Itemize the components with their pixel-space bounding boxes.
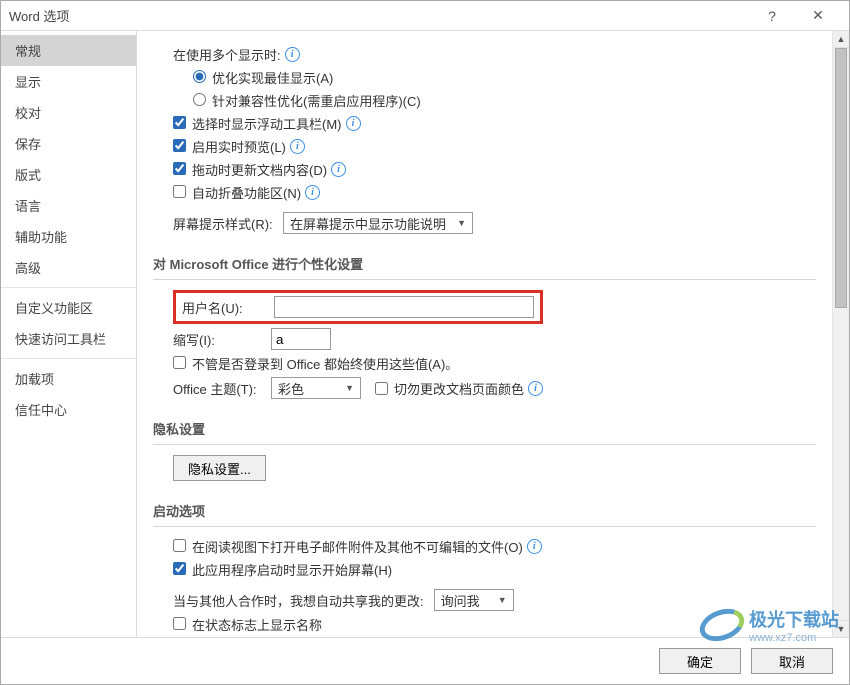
username-highlight: 用户名(U): <box>173 290 543 324</box>
checkbox-no-change-bg[interactable]: 切勿更改文档页面颜色 <box>375 379 524 398</box>
info-icon[interactable]: i <box>346 116 361 131</box>
radio-compat-display[interactable]: 针对兼容性优化(需重启应用程序)(C) <box>193 91 421 110</box>
sidebar-item-qat[interactable]: 快速访问工具栏 <box>1 323 136 354</box>
info-icon[interactable]: i <box>528 381 543 396</box>
content-panel: 在使用多个显示时: i 优化实现最佳显示(A) 针对兼容性优化(需重启应用程序)… <box>137 31 832 637</box>
sidebar-item-accessibility[interactable]: 辅助功能 <box>1 221 136 252</box>
section-privacy: 隐私设置 <box>153 413 816 445</box>
checkbox-auto-collapse[interactable]: 自动折叠功能区(N) <box>173 183 301 202</box>
collab-label: 当与其他人合作时，我想自动共享我的更改: <box>173 591 424 610</box>
chevron-down-icon: ▼ <box>449 218 466 228</box>
privacy-settings-button[interactable]: 隐私设置... <box>173 455 266 481</box>
sidebar-item-proofing[interactable]: 校对 <box>1 97 136 128</box>
initials-label: 缩写(I): <box>173 330 271 349</box>
scroll-down-button[interactable]: ▼ <box>833 620 849 637</box>
theme-label: Office 主题(T): <box>173 379 271 398</box>
sidebar-item-addins[interactable]: 加载项 <box>1 363 136 394</box>
scroll-track[interactable] <box>833 48 849 620</box>
sidebar-item-customize-ribbon[interactable]: 自定义功能区 <box>1 292 136 323</box>
sidebar-item-trust-center[interactable]: 信任中心 <box>1 394 136 425</box>
scroll-up-button[interactable]: ▲ <box>833 31 849 48</box>
info-icon[interactable]: i <box>331 162 346 177</box>
dialog-button-row: 确定 取消 <box>1 637 849 684</box>
info-icon[interactable]: i <box>285 47 300 62</box>
help-button[interactable]: ? <box>749 1 795 31</box>
close-button[interactable]: ✕ <box>795 1 841 31</box>
username-input[interactable] <box>274 296 534 318</box>
sidebar-item-advanced[interactable]: 高级 <box>1 252 136 283</box>
vertical-scrollbar[interactable]: ▲ ▼ <box>832 31 849 637</box>
ok-button[interactable]: 确定 <box>659 648 741 674</box>
checkbox-start-screen[interactable]: 此应用程序启动时显示开始屏幕(H) <box>173 560 392 579</box>
multi-display-label: 在使用多个显示时: <box>173 45 281 64</box>
checkbox-minibar[interactable]: 选择时显示浮动工具栏(M) <box>173 114 342 133</box>
scroll-thumb[interactable] <box>835 48 847 308</box>
cancel-button[interactable]: 取消 <box>751 648 833 674</box>
username-label: 用户名(U): <box>182 298 274 317</box>
collab-combobox[interactable]: 询问我 ▼ <box>434 589 514 611</box>
screentip-combobox[interactable]: 在屏幕提示中显示功能说明 ▼ <box>283 212 473 234</box>
chevron-down-icon: ▼ <box>337 383 354 393</box>
info-icon[interactable]: i <box>305 185 320 200</box>
info-icon[interactable]: i <box>290 139 305 154</box>
chevron-down-icon: ▼ <box>490 595 507 605</box>
checkbox-live-preview[interactable]: 启用实时预览(L) <box>173 137 286 156</box>
sidebar-item-layout[interactable]: 版式 <box>1 159 136 190</box>
screentip-label: 屏幕提示样式(R): <box>173 214 283 233</box>
sidebar-item-display[interactable]: 显示 <box>1 66 136 97</box>
sidebar: 常规 显示 校对 保存 版式 语言 辅助功能 高级 自定义功能区 快速访问工具栏… <box>1 31 137 637</box>
checkbox-drag-update[interactable]: 拖动时更新文档内容(D) <box>173 160 327 179</box>
theme-combobox[interactable]: 彩色 ▼ <box>271 377 361 399</box>
checkbox-reading-view[interactable]: 在阅读视图下打开电子邮件附件及其他不可编辑的文件(O) <box>173 537 523 556</box>
initials-input[interactable] <box>271 328 331 350</box>
checkbox-always-use[interactable]: 不管是否登录到 Office 都始终使用这些值(A)。 <box>173 354 458 373</box>
sidebar-item-general[interactable]: 常规 <box>1 35 136 66</box>
radio-optimize-display[interactable]: 优化实现最佳显示(A) <box>193 68 333 87</box>
sidebar-item-save[interactable]: 保存 <box>1 128 136 159</box>
section-startup: 启动选项 <box>153 495 816 527</box>
info-icon[interactable]: i <box>527 539 542 554</box>
checkbox-status-name[interactable]: 在状态标志上显示名称 <box>173 615 322 634</box>
dialog-title: Word 选项 <box>9 6 749 25</box>
section-personalize: 对 Microsoft Office 进行个性化设置 <box>153 248 816 280</box>
sidebar-item-language[interactable]: 语言 <box>1 190 136 221</box>
titlebar: Word 选项 ? ✕ <box>1 1 849 31</box>
